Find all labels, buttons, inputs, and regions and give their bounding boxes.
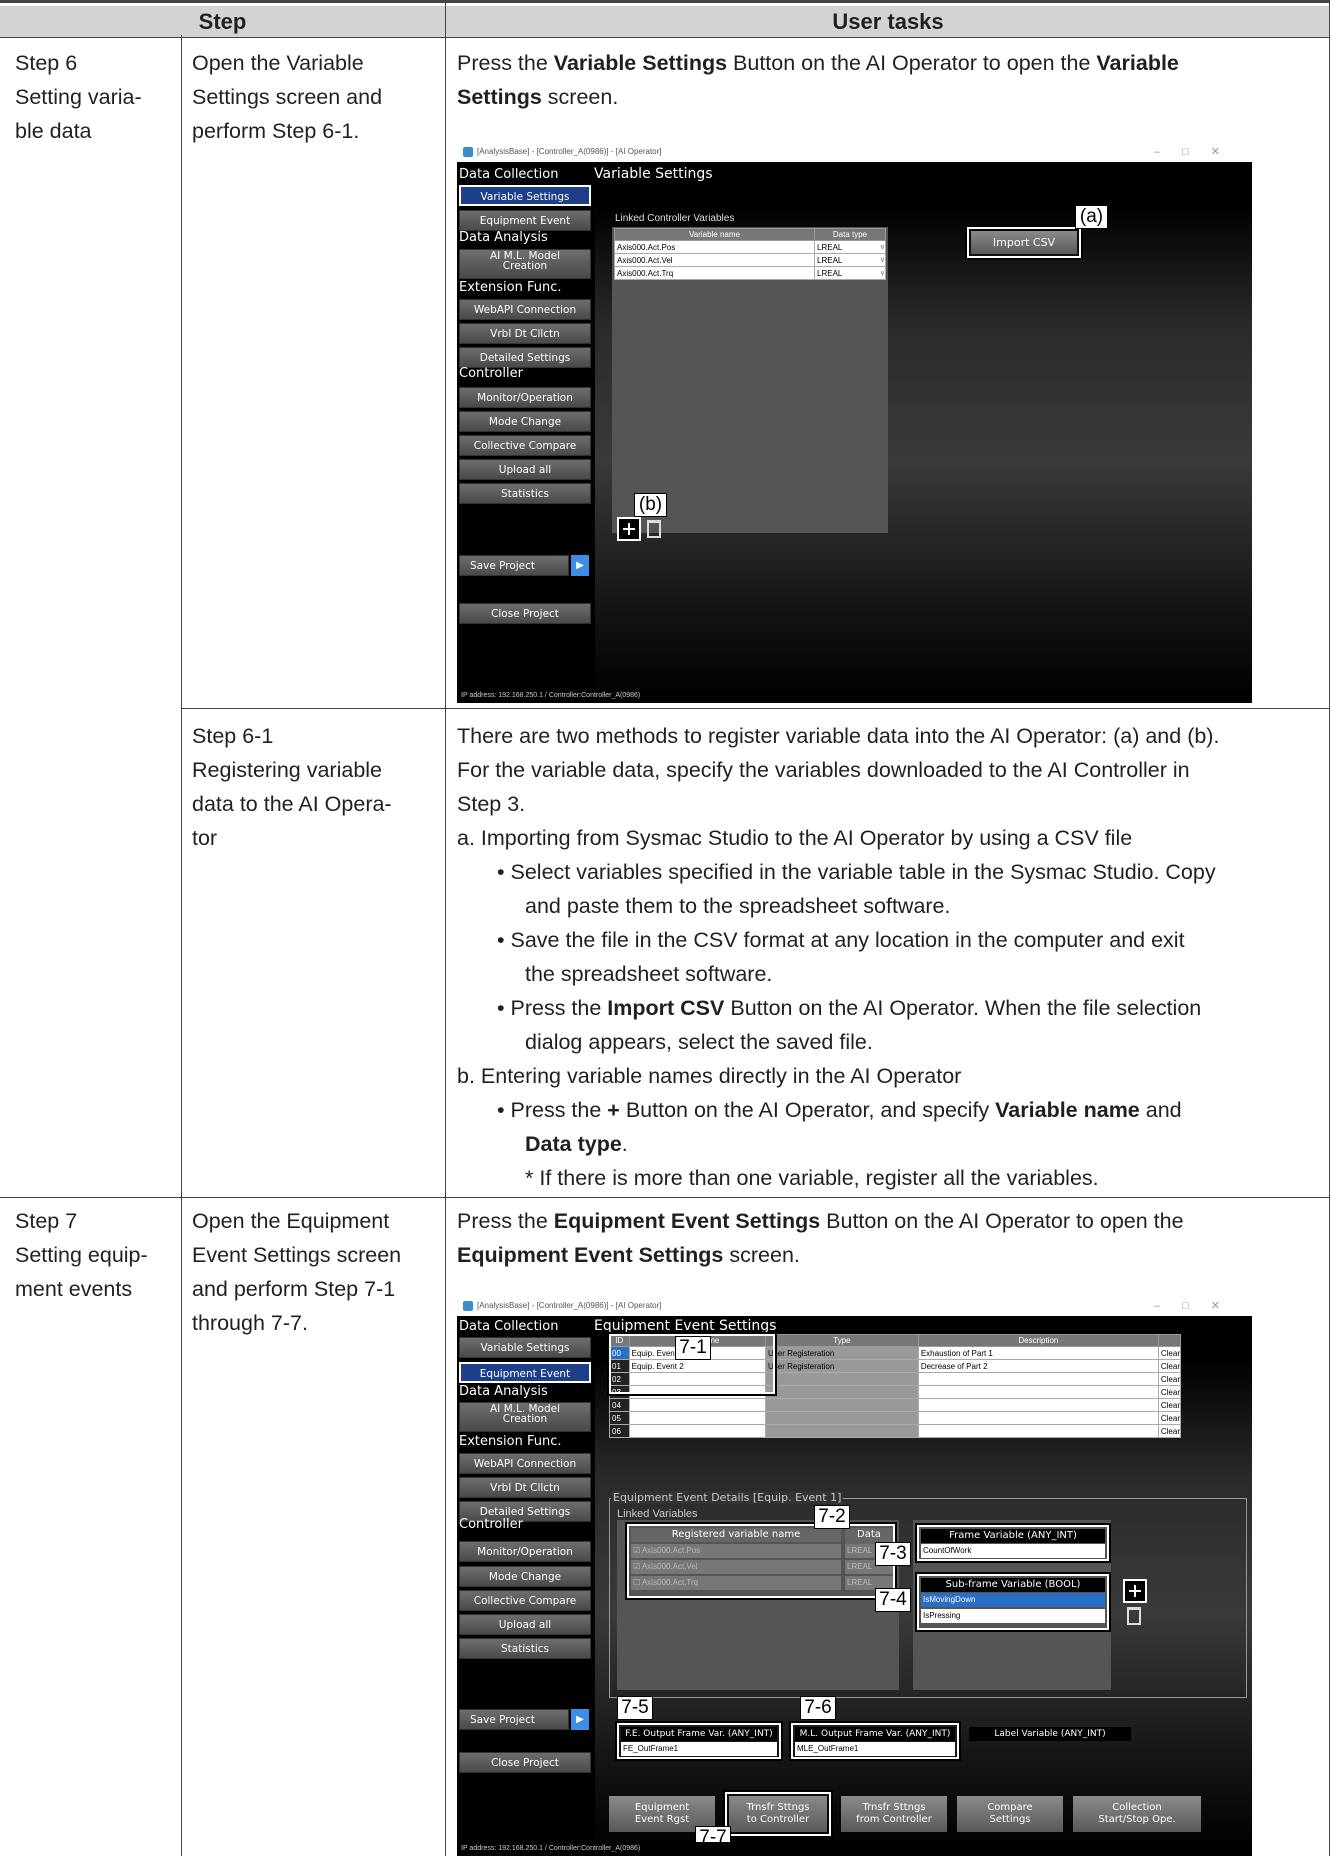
sidebar: Data Collection Variable Settings Equipm… [457,1316,595,1856]
sidebar-collective-compare[interactable]: Collective Compare [459,435,591,456]
sidebar-collective-compare[interactable]: Collective Compare [459,1590,591,1611]
table-row[interactable]: Axis000.Act.Trq LREAL ∨ [614,266,886,280]
sidebar-variable-settings[interactable]: Variable Settings [457,183,593,208]
section-extension: Extension Func. [459,1434,562,1449]
table-row[interactable]: Axis000.Act.Vel LREAL ∨ [614,253,886,267]
callout-7-1: 7-1 [675,1336,711,1360]
step6-task-text: Press the Variable Settings Button on th… [457,51,1179,109]
sidebar-mode-change[interactable]: Mode Change [459,1566,591,1587]
callout-7-3: 7-3 [875,1542,911,1566]
callout-7-6: 7-6 [800,1696,836,1720]
sidebar-ai-ml-model[interactable]: AI M.L. Model Creation [459,1402,591,1432]
variable-settings-screenshot: [AnalysisBase] - [Controller_A(0986)] - … [457,142,1252,703]
play-arrow-icon[interactable]: ▶ [571,1709,589,1730]
app-logo-icon [463,1300,473,1311]
event-details-label: Equipment Event Details [Equip. Event 1] [611,1491,844,1504]
callout-7-5: 7-5 [617,1696,653,1720]
section-controller: Controller [459,1517,523,1532]
sidebar-equipment-event[interactable]: Equipment Event [457,1360,593,1385]
transfer-to-controller-button[interactable]: Trnsfr Sttngs to Controller [729,1796,827,1832]
collection-start-stop-button[interactable]: Collection Start/Stop Ope. [1073,1796,1201,1832]
reg-var-row[interactable]: ☑ Axis000.Act.Vel [631,1560,841,1574]
reg-var-row[interactable]: ☑ Axis000.Act.Pos [631,1544,841,1558]
frame-var-label: Frame Variable (ANY_INT) [921,1529,1105,1543]
plus-icon[interactable] [617,517,641,541]
section-data-collection: Data Collection [459,1319,559,1334]
frame-var-input[interactable]: CountOfWork [921,1544,1105,1558]
step6-1-subtask: Step 6-1 Registering variable data to the … [192,724,392,850]
table-row[interactable]: 04 Clear [609,1398,1182,1412]
sidebar-monitor[interactable]: Monitor/Operation [459,387,591,408]
section-extension: Extension Func. [459,280,562,295]
transfer-from-controller-button[interactable]: Trnsfr Sttngs from Controller [841,1796,947,1832]
label-var-label: Label Variable (ANY_INT) [969,1727,1131,1741]
step7-task-text: Press the Equipment Event Settings Butto… [457,1209,1184,1267]
section-data-collection: Data Collection [459,167,559,182]
linked-vars-label: Linked Controller Variables [615,213,735,224]
plus-icon[interactable] [1123,1579,1147,1603]
close-project-button[interactable]: Close Project [459,1752,591,1773]
ml-output-label: M.L. Output Frame Var. (ANY_INT) [795,1727,955,1741]
ip-status-bar: IP address: 192.168.250.1 / Controller:C… [457,1842,1252,1856]
section-controller: Controller [459,366,523,381]
sidebar-monitor[interactable]: Monitor/Operation [459,1541,591,1562]
fe-output-label: F.E. Output Frame Var. (ANY_INT) [621,1727,777,1741]
sidebar-webapi[interactable]: WebAPI Connection [459,299,591,320]
play-arrow-icon[interactable]: ▶ [571,555,589,576]
fe-output-input[interactable]: FE_OutFrame1 [621,1742,777,1756]
reg-var-row[interactable]: ☐ Axis000.Act.Trq [631,1576,841,1590]
sidebar: Data Collection Variable Settings Equipm… [457,162,595,703]
window-titlebar: [AnalysisBase] - [Controller_A(0986)] - … [457,1296,1252,1316]
ip-status-bar: IP address: 192.168.250.1 / Controller:C… [457,689,1252,703]
save-project-button[interactable]: Save Project [459,555,569,576]
callout-7-4: 7-4 [875,1588,911,1612]
sidebar-detailed-settings[interactable]: Detailed Settings [459,347,591,368]
callout-a: (a) [1075,205,1108,229]
step7-subtask: Open the Equipment Event Settings screen a… [192,1209,402,1335]
linked-vars-table: Variable name Data type Axis000.Act.Pos LR… [614,228,886,280]
screen-title: Variable Settings [594,166,713,182]
subframe-item[interactable]: IsPressing [921,1609,1105,1623]
sidebar-upload-all[interactable]: Upload all [459,459,591,480]
sidebar-statistics[interactable]: Statistics [459,483,591,504]
header-step: Step [0,6,445,38]
sidebar-vrbl-dt[interactable]: Vrbl Dt Cllctn [459,1477,591,1498]
screen-title: Equipment Event Settings [594,1318,777,1334]
trash-icon[interactable] [647,520,661,538]
section-data-analysis: Data Analysis [459,1384,548,1399]
sidebar-mode-change[interactable]: Mode Change [459,411,591,432]
step6-label: Step 6 Setting varia-ble data [15,51,142,143]
ml-output-input[interactable]: MLE_OutFrame1 [795,1742,955,1756]
compare-settings-button[interactable]: Compare Settings [957,1796,1063,1832]
sidebar-variable-settings[interactable]: Variable Settings [459,1337,591,1358]
step6-subtask: Open the Variable Settings screen and perf… [192,51,383,143]
sidebar-webapi[interactable]: WebAPI Connection [459,1453,591,1474]
sidebar-ai-ml-model[interactable]: AI M.L. Model Creation [459,249,591,279]
subframe-item[interactable]: IsMovingDown [921,1593,1105,1607]
subframe-label: Sub-frame Variable (BOOL) [921,1578,1105,1592]
table-row[interactable]: Axis000.Act.Pos LREAL ∨ [614,240,886,254]
step7-label: Step 7 Setting equip-ment events [15,1209,148,1301]
step6-1-task-text: There are two methods to register variab… [457,724,1220,1190]
app-logo-icon [463,146,473,157]
close-project-button[interactable]: Close Project [459,603,591,624]
save-project-button[interactable]: Save Project [459,1709,569,1730]
sidebar-equipment-event[interactable]: Equipment Event [459,210,591,231]
table-row[interactable]: 06 Clear [609,1424,1182,1438]
callout-b: (b) [634,493,667,517]
equipment-event-screenshot: [AnalysisBase] - [Controller_A(0986)] - … [457,1296,1252,1856]
sidebar-vrbl-dt[interactable]: Vrbl Dt Cllctn [459,323,591,344]
sidebar-upload-all[interactable]: Upload all [459,1614,591,1635]
registered-col: Registered variable name [631,1528,841,1542]
linked-vars-label: Linked Variables [617,1508,698,1520]
table-row[interactable]: 05 Clear [609,1411,1182,1425]
sidebar-statistics[interactable]: Statistics [459,1638,591,1659]
import-csv-button[interactable]: Import CSV [971,231,1077,254]
callout-7-2: 7-2 [814,1505,850,1529]
header-user-tasks: User tasks [446,6,1330,38]
window-titlebar: [AnalysisBase] - [Controller_A(0986)] - … [457,142,1252,162]
trash-icon[interactable] [1127,1607,1141,1625]
section-data-analysis: Data Analysis [459,230,548,245]
